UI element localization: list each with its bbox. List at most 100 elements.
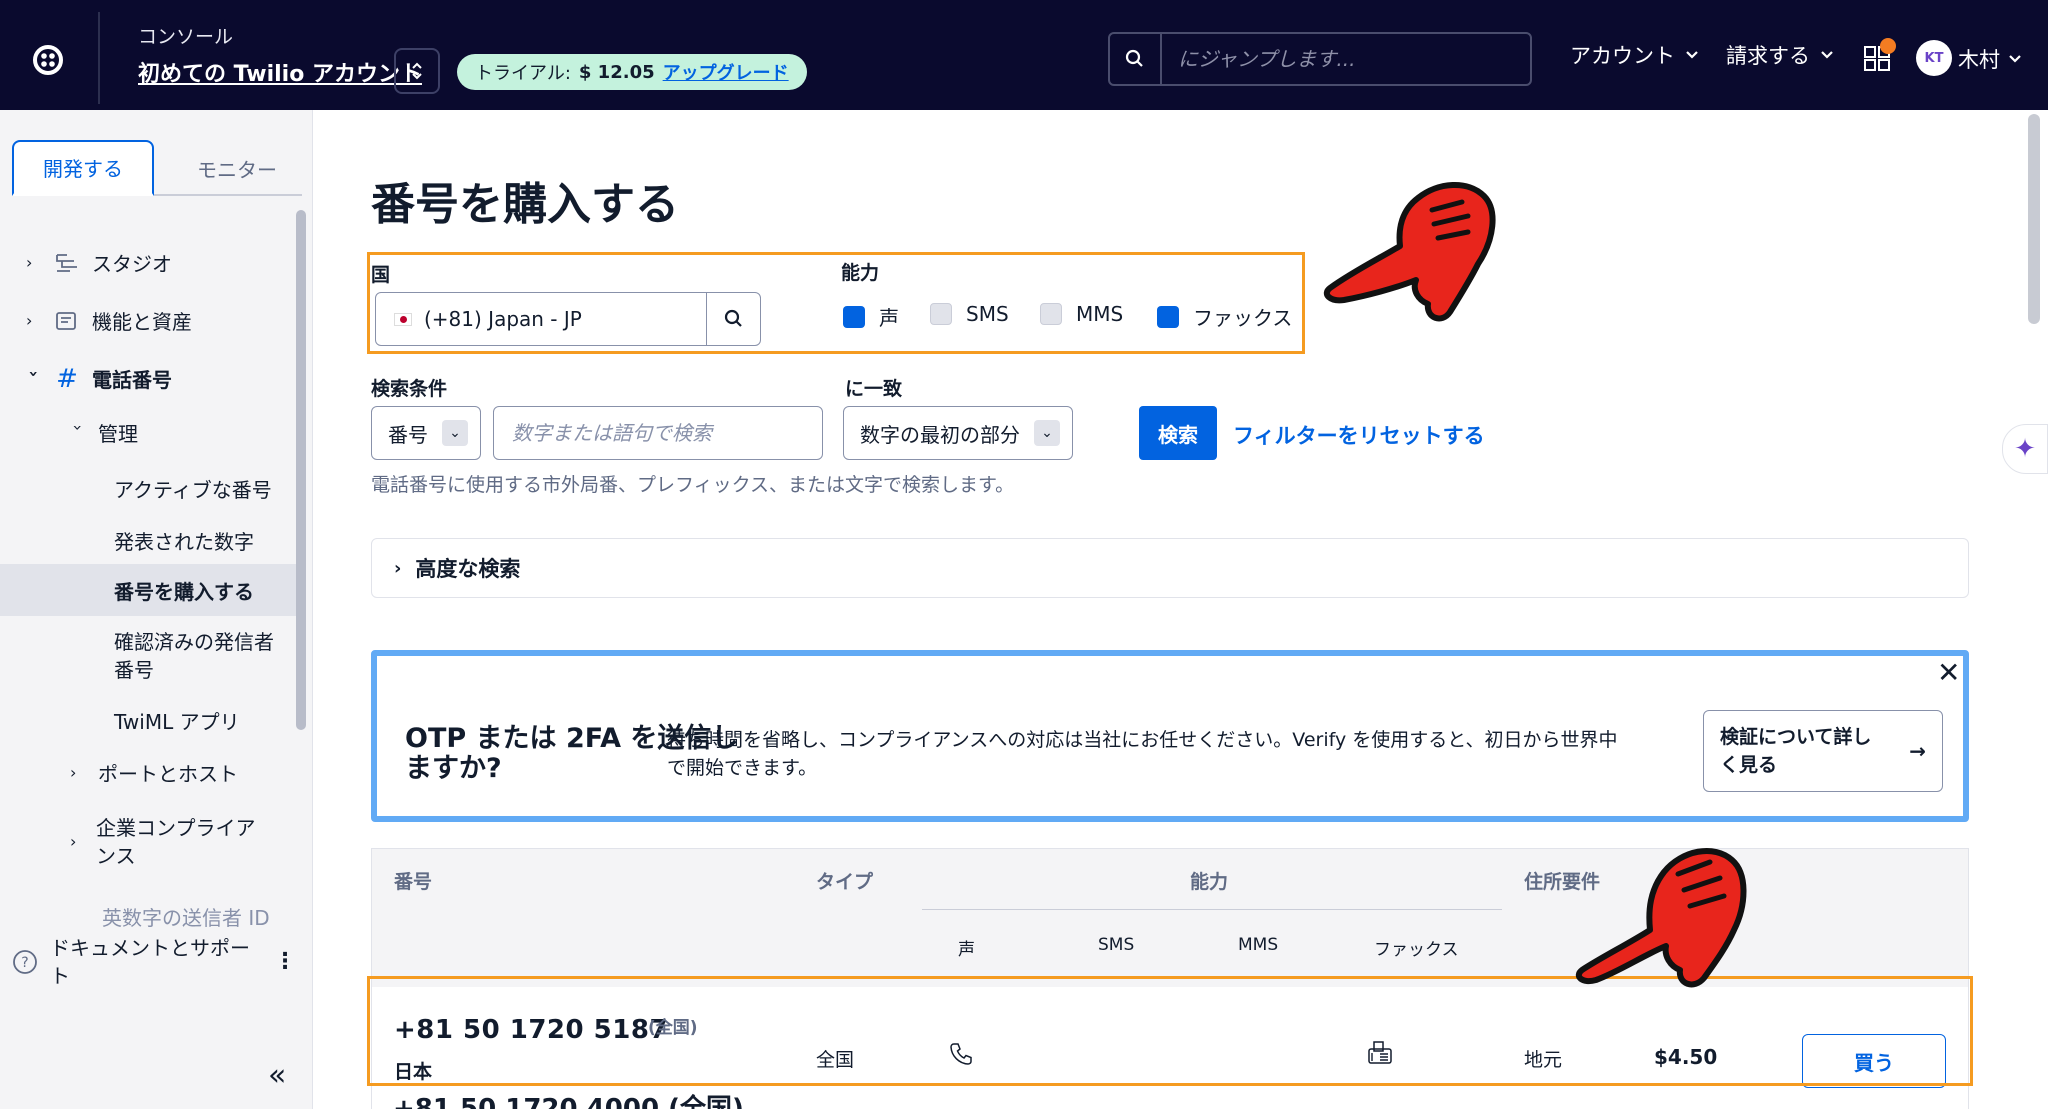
account-name-link[interactable]: 初めての Twilio アカウント	[138, 56, 422, 88]
tab-develop[interactable]: 開発する	[12, 140, 154, 196]
account-switcher-button[interactable]	[394, 48, 440, 94]
capability-fax-checkbox[interactable]: ファックス	[1157, 302, 1292, 331]
sidebar-item-label: 機能と資産	[92, 310, 192, 334]
chevron-down-icon: ›	[24, 370, 44, 378]
sidebar-tabs: 開発する モニター	[12, 140, 302, 196]
page-scrollbar[interactable]	[2028, 114, 2040, 324]
sidebar-item-label: 発表された数字	[114, 530, 254, 554]
avatar[interactable]: KT	[1916, 40, 1952, 76]
chevron-right-icon: ›	[26, 253, 33, 272]
match-select[interactable]: 数字の最初の部分 ⌄	[843, 406, 1073, 460]
chevron-updown-icon	[412, 62, 422, 80]
sidebar-item-manage[interactable]: › 管理	[68, 418, 139, 447]
arrow-right-icon: →	[1909, 739, 1926, 763]
billing-menu-label: 請求する	[1726, 44, 1810, 68]
capability-sms-checkbox[interactable]: SMS	[930, 302, 1009, 326]
user-menu[interactable]: 木村	[1958, 44, 2022, 74]
checkbox-unchecked[interactable]	[930, 303, 952, 325]
pointing-hand-icon	[1575, 847, 1747, 988]
search-icon	[724, 309, 742, 327]
search-button[interactable]: 検索	[1139, 406, 1217, 460]
sidebar-item-active-numbers[interactable]: アクティブな番号	[114, 474, 272, 503]
sidebar-item-studio[interactable]: › スタジオ	[26, 248, 172, 277]
help-circle-icon: ?	[13, 950, 37, 974]
sidebar-item-label: 英数字の送信者 ID	[102, 906, 270, 930]
learn-verify-button[interactable]: 検証について詳しく見る →	[1703, 710, 1943, 792]
sidebar-item-port-host[interactable]: › ポートとホスト	[70, 758, 238, 787]
sidebar-item-released-numbers[interactable]: 発表された数字	[114, 526, 254, 555]
subheader-voice: 声	[958, 940, 975, 960]
country-search-button[interactable]	[706, 293, 760, 345]
chevron-down-icon	[1686, 51, 1698, 59]
chevron-right-icon: ›	[70, 763, 77, 782]
capability-label: MMS	[1076, 302, 1124, 326]
account-menu-label: アカウント	[1570, 44, 1675, 68]
user-name-label: 木村	[1958, 48, 2000, 72]
main-content: 番号を購入する 国 (+81) Japan - JP 能力 声 SMS MMS …	[313, 110, 2029, 1109]
checkbox-unchecked[interactable]	[1040, 303, 1062, 325]
sidebar-item-phone-numbers[interactable]: › # 電話番号	[24, 364, 173, 394]
chevron-down-icon	[2009, 55, 2021, 63]
nav-divider	[98, 12, 100, 104]
promo-body: 待ち時間を省略し、コンプライアンスへの対応は当社にお任せください。Verify …	[667, 729, 1618, 779]
capability-mms-checkbox[interactable]: MMS	[1040, 302, 1123, 326]
match-label: に一致	[845, 378, 903, 400]
reset-filters-link[interactable]: フィルターをリセットする	[1233, 420, 1485, 450]
sidebar-item-buy-number[interactable]: 番号を購入する	[0, 564, 296, 616]
twilio-logo-icon[interactable]	[28, 40, 68, 80]
capability-label: 声	[879, 306, 899, 330]
sidebar-item-compliance[interactable]: › 企業コンプライアンス	[70, 814, 270, 870]
sidebar-scrollbar[interactable]	[296, 210, 306, 730]
checkbox-checked[interactable]	[843, 305, 865, 328]
capability-label: SMS	[966, 302, 1009, 326]
search-criteria-select[interactable]: 番号 ⌄	[371, 406, 481, 460]
subheader-fax: ファックス	[1374, 940, 1459, 960]
upgrade-link[interactable]: アップグレード	[663, 59, 789, 85]
trial-amount: $ 12.05	[578, 61, 655, 83]
trial-label: トライアル:	[475, 63, 571, 84]
assets-icon	[56, 311, 76, 330]
sidebar-item-label: アクティブな番号	[114, 478, 272, 502]
sidebar-item-features[interactable]: › 機能と資産	[26, 306, 192, 335]
sidebar-item-docs-support[interactable]: ? ドキュメントとサポート ⋮	[12, 934, 302, 990]
more-vertical-icon[interactable]: ⋮	[274, 948, 296, 976]
sidebar-item-label: 番号を購入する	[114, 579, 254, 604]
japan-flag-icon	[394, 312, 412, 326]
top-nav: コンソール 初めての Twilio アカウント トライアル: $ 12.05 ア…	[0, 0, 2048, 110]
advanced-search-label: 高度な検索	[415, 557, 521, 581]
sidebar-item-verified-caller-ids[interactable]: 確認済みの発信者番号	[114, 628, 284, 684]
sidebar-item-alpha-sender[interactable]: 英数字の送信者 ID	[102, 902, 270, 931]
learn-verify-label: 検証について詳しく見る	[1720, 726, 1872, 776]
sidebar-item-label: 管理	[98, 422, 138, 446]
chevron-down-icon: ⌄	[1034, 420, 1060, 446]
chevron-right-icon: ›	[394, 557, 402, 579]
header-divider	[922, 909, 1502, 910]
country-value: (+81) Japan - JP	[424, 307, 582, 331]
collapse-sidebar-icon[interactable]: «	[268, 1058, 286, 1093]
capability-voice-checkbox[interactable]: 声	[843, 302, 899, 331]
sidebar-item-label: TwiML アプリ	[114, 710, 240, 734]
sidebar-item-twiml-apps[interactable]: TwiML アプリ	[114, 706, 240, 735]
checkbox-checked[interactable]	[1157, 305, 1179, 328]
subheader-mms: MMS	[1238, 935, 1279, 955]
billing-menu[interactable]: 請求する	[1726, 40, 1834, 70]
country-field[interactable]: (+81) Japan - JP	[375, 292, 761, 346]
header-type: タイプ	[816, 871, 874, 893]
header-number: 番号	[394, 871, 433, 893]
chevron-down-icon: ›	[68, 424, 88, 431]
advanced-search-toggle[interactable]: › 高度な検索	[371, 538, 1969, 598]
sparkle-ai-icon[interactable]: ✦	[2002, 424, 2048, 474]
svg-text:?: ?	[21, 955, 28, 971]
tab-monitor[interactable]: モニター	[172, 140, 302, 196]
pointing-hand-icon	[1323, 181, 1496, 322]
sidebar-item-label: ドキュメントとサポート	[50, 936, 250, 988]
close-icon[interactable]: ✕	[1937, 656, 1960, 689]
search-icon[interactable]	[1110, 34, 1162, 84]
verify-promo-banner: OTP または 2FA を送信しますか? 待ち時間を省略し、コンプライアンスへの…	[371, 650, 1969, 822]
account-menu[interactable]: アカウント	[1570, 40, 1699, 70]
capability-label: ファックス	[1193, 306, 1293, 330]
chevron-down-icon: ⌄	[442, 420, 468, 446]
number-search-input[interactable]	[493, 406, 823, 460]
jump-search	[1108, 32, 1532, 86]
jump-search-input[interactable]	[1162, 34, 1530, 84]
